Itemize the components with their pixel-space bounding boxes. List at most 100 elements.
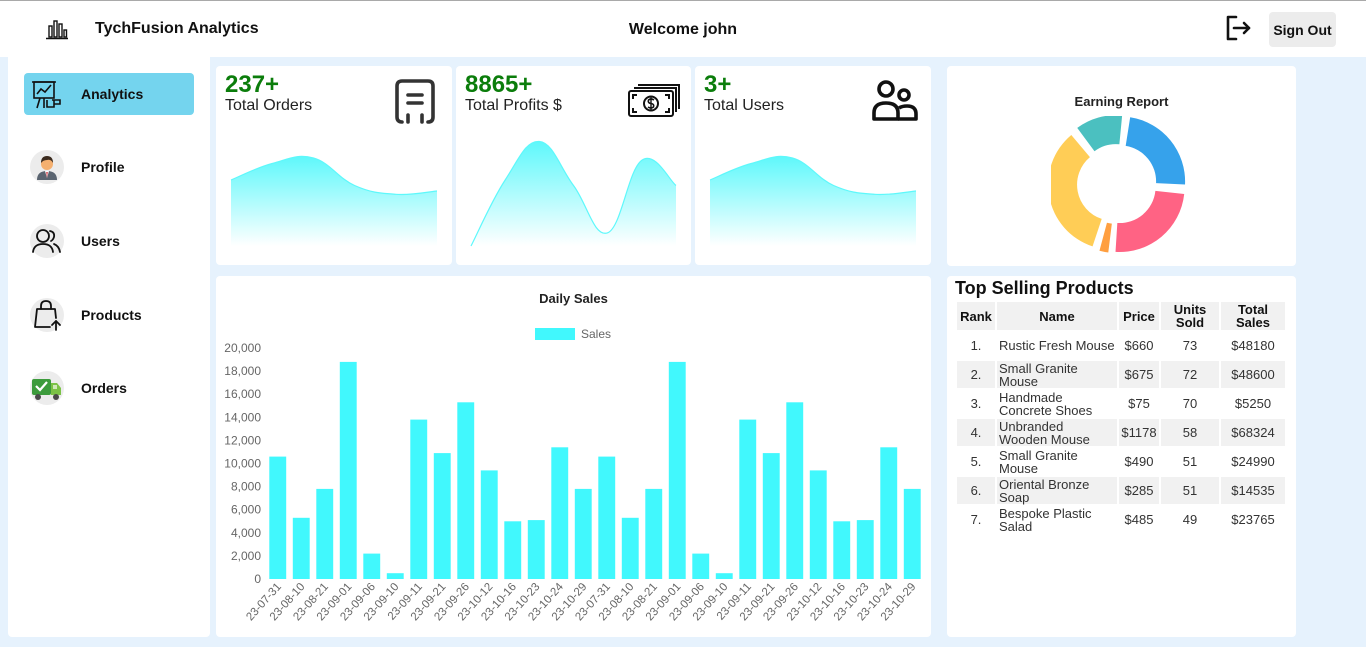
column-header-rank: Rank [957,302,995,330]
bar-23-10-12[interactable] [809,470,827,579]
cell-units-sold: 73 [1182,338,1198,353]
bar-23-08-10[interactable] [292,517,310,579]
y-tick-label: 16,000 [224,387,261,401]
bar-23-08-21[interactable] [645,488,663,579]
cell-name: Small Granite Mouse [997,361,1117,388]
logout-icon[interactable] [1224,14,1252,42]
stat-card-users: 3+ Total Users [695,66,931,265]
y-tick-label: 10,000 [224,457,261,471]
bar-23-09-06[interactable] [692,553,710,579]
users-group-icon [872,80,918,121]
bar-23-10-12[interactable] [480,470,498,579]
cell-units-sold: 49 [1182,512,1198,527]
column-header-price: Price [1119,302,1159,330]
cell-price: $675 [1119,361,1159,388]
bar-23-08-10[interactable] [621,517,639,579]
bar-23-09-21[interactable] [762,453,780,579]
cell-rank: 2. [957,361,995,388]
donut-slice-0[interactable] [1125,117,1186,185]
cell-price: $660 [1124,338,1154,353]
sidebar-item-analytics[interactable]: Analytics [24,73,194,115]
welcome-message: Welcome john [628,21,738,38]
bar-23-09-01[interactable] [668,361,686,579]
donut-slice-4[interactable] [1077,116,1123,152]
bar-23-07-31[interactable] [269,456,287,579]
sidebar-item-products[interactable]: Products [24,294,194,336]
bar-23-09-11[interactable] [410,419,428,579]
money-stack-icon [628,84,680,117]
table-header-row: Rank Name Price Units Sold Total Sales [957,302,1285,330]
users-trend-area-chart [709,155,917,246]
bar-23-10-29[interactable] [903,488,921,579]
cell-total-sales: $48600 [1221,361,1285,388]
cell-total-sales: $5250 [1234,396,1272,411]
bar-23-09-10[interactable] [715,573,733,579]
cell-name: Rustic Fresh Mouse [999,338,1115,353]
earning-report-donut-chart [1051,116,1186,253]
bar-23-09-11[interactable] [739,419,757,579]
cell-total-sales: $14535 [1221,477,1285,504]
cell-name: Bespoke Plastic Salad [999,505,1092,534]
y-tick-label: 8,000 [231,480,261,494]
cell-price: $285 [1119,477,1159,504]
receipt-icon [395,79,435,124]
bar-23-10-16[interactable] [504,521,522,580]
table-row: 1. Rustic Fresh Mouse $660 73 $48180 [957,332,1285,359]
stat-value: 8865+ [465,71,533,98]
sidebar-item-profile[interactable]: Profile [24,146,194,188]
cell-price: $490 [1124,454,1154,469]
y-tick-label: 20,000 [224,341,261,355]
bar-23-09-01[interactable] [339,361,357,579]
top-bar: TychFusion Analytics Welcome john Sign O… [0,0,1366,57]
users-icon [30,224,64,258]
stat-label: Total Users [704,97,785,114]
top-products-title: Top Selling Products [955,278,1134,298]
delivery-truck-icon [30,371,64,405]
top-products-card: Top Selling Products Rank Name Price Uni… [947,276,1296,637]
stat-label: Total Orders [225,97,313,114]
table-row: 2. Small Granite Mouse $675 72 $48600 [957,361,1285,388]
bar-23-08-21[interactable] [316,488,334,579]
trend-area-fill [471,141,676,246]
column-header-units-sold: Units Sold [1161,302,1219,330]
orders-trend-area-chart [230,155,438,246]
presentation-chart-icon [30,77,64,111]
cell-name: Small Granite Mouse [999,447,1078,476]
donut-slice-2[interactable] [1099,222,1112,253]
bar-23-10-24[interactable] [880,447,898,579]
stat-value: 237+ [225,71,280,98]
cell-name: Handmade Concrete Shoes [999,389,1093,418]
bar-23-09-10[interactable] [386,573,404,579]
sidebar-item-label: Orders [81,380,127,396]
donut-slice-3[interactable] [1051,134,1102,247]
sidebar: Analytics Profile Users Products Orders [8,57,210,637]
donut-slice-1[interactable] [1115,190,1185,253]
cell-rank: 3. [970,396,982,411]
bar-23-09-26[interactable] [457,402,475,579]
cell-units-sold: 72 [1161,361,1219,388]
bar-23-07-31[interactable] [598,456,616,579]
bar-23-09-26[interactable] [786,402,804,579]
bar-23-09-21[interactable] [433,453,451,579]
bar-23-10-16[interactable] [833,521,851,580]
sidebar-item-label: Users [81,233,120,249]
bar-23-10-23[interactable] [856,520,874,579]
bar-23-10-29[interactable] [574,488,592,579]
cell-total-sales: $48180 [1231,338,1275,353]
sidebar-item-users[interactable]: Users [24,220,194,262]
sign-out-button[interactable]: Sign Out [1269,12,1336,47]
bar-23-10-23[interactable] [527,520,545,579]
bar-23-10-24[interactable] [551,447,569,579]
y-tick-label: 18,000 [224,364,261,378]
cell-units-sold: 70 [1182,396,1198,411]
stat-label: Total Profits $ [465,97,562,114]
y-tick-label: 12,000 [224,433,261,447]
shopping-bag-upload-icon [30,298,64,332]
cell-units-sold: 51 [1161,477,1219,504]
sidebar-item-orders[interactable]: Orders [24,367,194,409]
trend-area-fill [710,156,916,246]
bar-23-09-06[interactable] [363,553,381,579]
cell-price: $485 [1124,512,1154,527]
stat-card-profits: 8865+ Total Profits $ [456,66,691,265]
profits-trend-area-chart [470,140,677,247]
